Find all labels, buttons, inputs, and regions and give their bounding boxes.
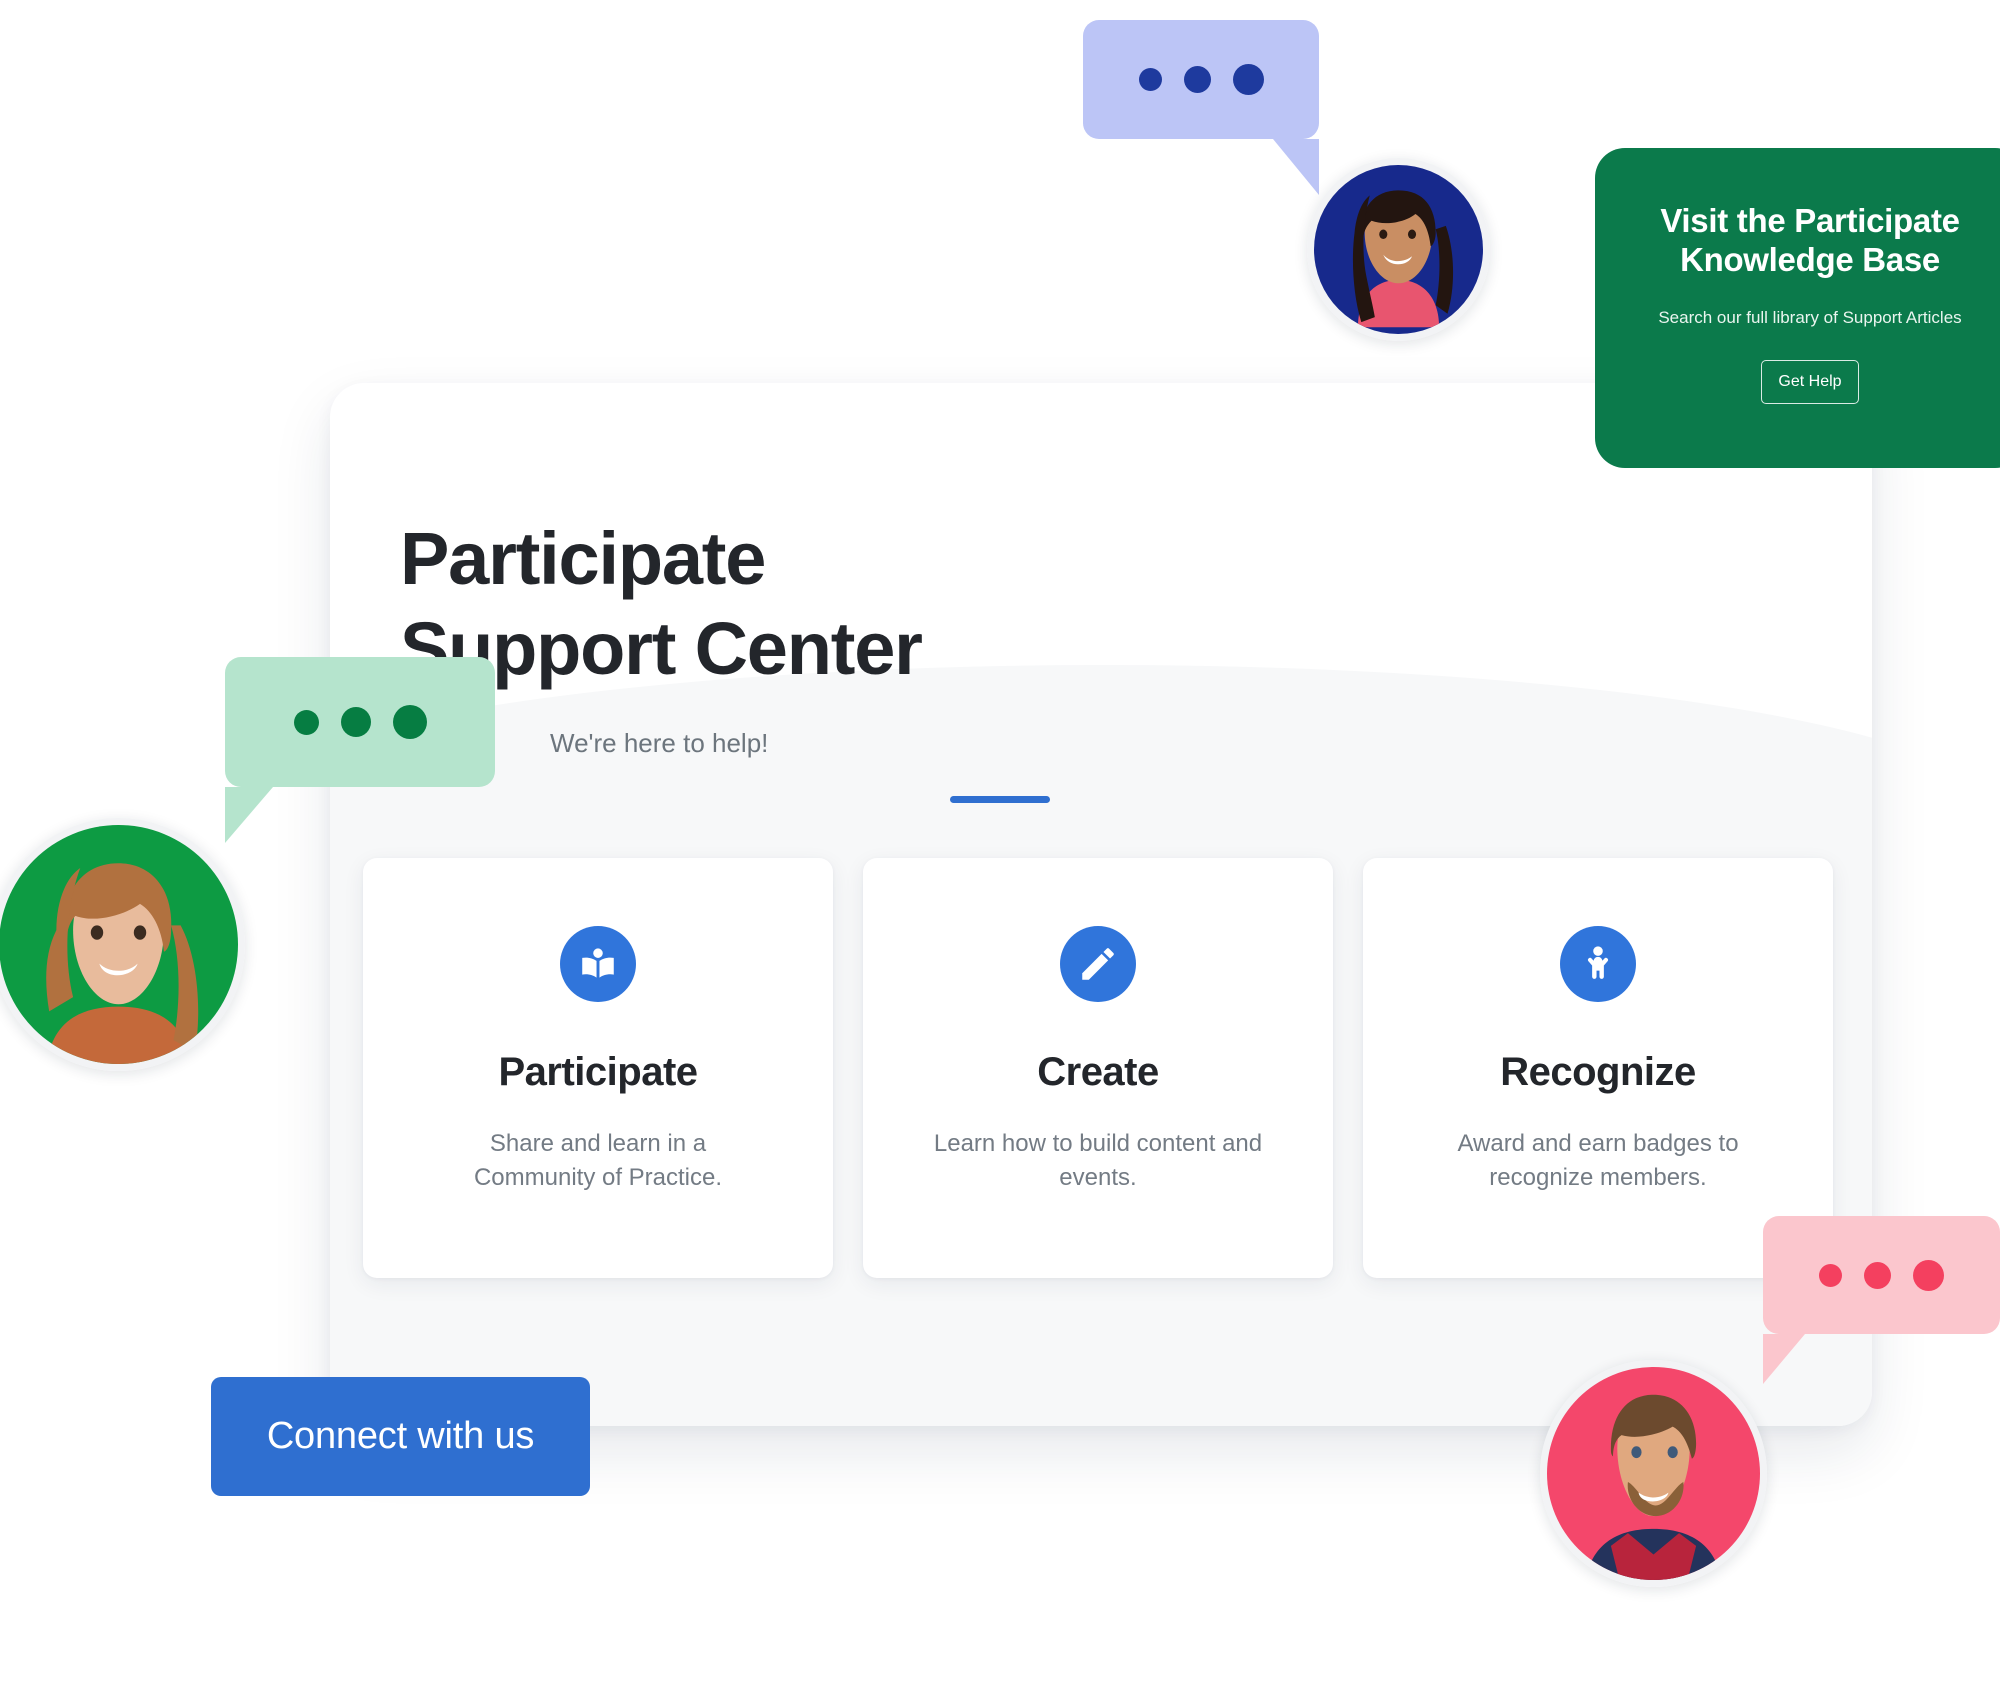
knowledge-base-subtitle: Search our full library of Support Artic… [1658, 307, 1962, 327]
title-divider [950, 796, 1050, 803]
support-center-hero: Participate Support Center We're here to… [0, 0, 2000, 1702]
avatar-smiling-woman-dark-hair [1307, 158, 1490, 341]
typing-dot [392, 705, 427, 739]
knowledge-base-title: Visit the Participate Knowledge Base [1625, 202, 1995, 280]
page-title-line1: Participate [400, 517, 766, 600]
typing-dot [1232, 64, 1264, 95]
knowledge-base-card[interactable]: Visit the Participate Knowledge Base Sea… [1595, 148, 2000, 468]
pencil-icon [1060, 926, 1136, 1002]
avatar-smiling-woman-red-hair [0, 818, 245, 1071]
page-subtitle: We're here to help! [550, 728, 769, 758]
person-raised-arms-icon [1560, 926, 1636, 1002]
page-title: Participate Support Center [400, 522, 1600, 686]
typing-dot [1913, 1259, 1944, 1291]
feature-card-participate[interactable]: Participate Share and learn in a Communi… [363, 858, 833, 1278]
page-title-line2: Support Center [400, 607, 923, 690]
connect-with-us-button[interactable]: Connect with us [211, 1377, 590, 1496]
feature-card-recognize[interactable]: Recognize Award and earn badges to recog… [1363, 858, 1833, 1278]
feature-card-description: Learn how to build content and events. [933, 1130, 1263, 1192]
feature-card-description: Award and earn badges to recognize membe… [1457, 1130, 1739, 1192]
typing-dot [1864, 1261, 1891, 1289]
feature-card-create[interactable]: Create Learn how to build content and ev… [863, 858, 1333, 1278]
typing-dot [1138, 68, 1162, 91]
avatar-portrait [1585, 1394, 1722, 1580]
typing-dot [293, 709, 319, 735]
knowledge-base-title-line2: Knowledge Base [1680, 240, 1940, 278]
avatar-smiling-man-plaid-shirt [1540, 1360, 1767, 1587]
feature-card-description: Share and learn in a Community of Practi… [473, 1130, 723, 1192]
typing-bubble-green [225, 657, 495, 843]
typing-dot [1819, 1263, 1842, 1287]
avatar-portrait [46, 863, 199, 1064]
typing-dot [340, 707, 371, 737]
feature-card-title: Participate [498, 1050, 698, 1094]
avatar-portrait [1352, 190, 1454, 328]
get-help-button[interactable]: Get Help [1761, 359, 1859, 404]
feature-card-title: Create [1037, 1050, 1159, 1094]
open-book-person-icon [560, 926, 636, 1002]
typing-dot [1183, 66, 1211, 93]
typing-bubble-pink [1763, 1216, 2000, 1384]
typing-bubble-blue [1083, 20, 1319, 195]
bubble-tail [1763, 1334, 1805, 1384]
bubble-tail [1273, 139, 1319, 195]
feature-card-list: Participate Share and learn in a Communi… [363, 858, 1833, 1278]
knowledge-base-title-line1: Visit the Participate [1660, 202, 1960, 239]
feature-card-title: Recognize [1500, 1050, 1696, 1094]
